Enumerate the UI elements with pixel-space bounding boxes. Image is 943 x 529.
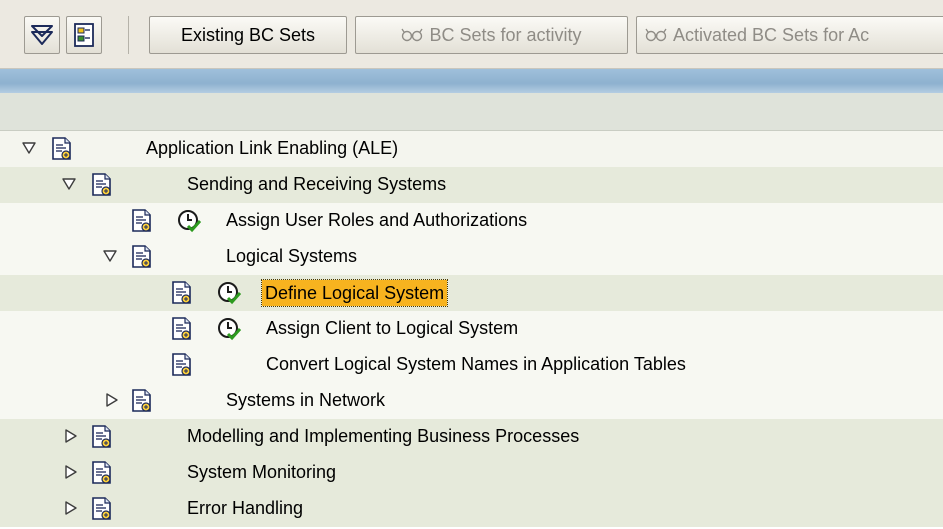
tree-node-error-handling[interactable]: Error Handling [0, 491, 943, 527]
bc-sets-for-activity-button[interactable]: BC Sets for activity [355, 16, 628, 54]
collapse-all-icon [31, 25, 53, 45]
tree-document-icon [74, 23, 94, 47]
documentation-icon[interactable] [171, 353, 193, 377]
tree-node-label[interactable]: Sending and Receiving Systems [187, 174, 446, 195]
tree-node-label[interactable]: Assign Client to Logical System [266, 318, 518, 339]
toolbar-separator [128, 16, 129, 54]
expand-subtree-button[interactable] [66, 16, 102, 54]
collapsed-node-icon[interactable] [64, 501, 78, 515]
documentation-icon[interactable] [171, 317, 193, 341]
tree-node-sending-receiving[interactable]: Sending and Receiving Systems [0, 167, 943, 203]
tree-node-label[interactable]: Logical Systems [226, 246, 357, 267]
tree-node-logical-systems[interactable]: Logical Systems [0, 239, 943, 275]
tree-node-label[interactable]: Error Handling [187, 498, 303, 519]
tree-node-label[interactable]: Systems in Network [226, 390, 385, 411]
tree-node-define-logical-system[interactable]: Define Logical System [0, 275, 943, 311]
toolbar: Existing BC Sets BC Sets for activity Ac… [0, 0, 943, 69]
documentation-icon[interactable] [131, 209, 153, 233]
title-band [0, 69, 943, 93]
tree-node-assign-client[interactable]: Assign Client to Logical System [0, 311, 943, 347]
glasses-icon [645, 27, 667, 43]
documentation-icon[interactable] [91, 425, 113, 449]
tree-node-ale[interactable]: Application Link Enabling (ALE) [0, 131, 943, 167]
documentation-icon[interactable] [171, 281, 193, 305]
tree-node-assign-user-roles[interactable]: Assign User Roles and Authorizations [0, 203, 943, 239]
documentation-icon[interactable] [91, 497, 113, 521]
tree-node-convert-names[interactable]: Convert Logical System Names in Applicat… [0, 347, 943, 383]
documentation-icon[interactable] [131, 389, 153, 413]
expanded-node-icon[interactable] [103, 249, 117, 263]
existing-bc-sets-button[interactable]: Existing BC Sets [149, 16, 347, 54]
tree-node-label-selected[interactable]: Define Logical System [260, 279, 449, 307]
expanded-node-icon[interactable] [22, 141, 36, 155]
tree-node-label[interactable]: System Monitoring [187, 462, 336, 483]
tree-node-label[interactable]: Assign User Roles and Authorizations [226, 210, 527, 231]
collapse-all-button[interactable] [24, 16, 60, 54]
collapsed-node-icon[interactable] [64, 465, 78, 479]
glasses-icon [401, 27, 423, 43]
tree-node-modelling[interactable]: Modelling and Implementing Business Proc… [0, 419, 943, 455]
execute-activity-icon[interactable] [217, 317, 241, 341]
tree-node-label[interactable]: Modelling and Implementing Business Proc… [187, 426, 579, 447]
documentation-icon[interactable] [131, 245, 153, 269]
tree-header-row [0, 93, 943, 131]
documentation-icon[interactable] [51, 137, 73, 161]
collapsed-node-icon[interactable] [105, 393, 119, 407]
img-structure-tree: Application Link Enabling (ALE) Sending … [0, 131, 943, 527]
existing-bc-sets-label: Existing BC Sets [180, 24, 316, 45]
tree-node-system-monitoring[interactable]: System Monitoring [0, 455, 943, 491]
tree-node-systems-in-network[interactable]: Systems in Network [0, 383, 943, 419]
activated-bc-sets-button[interactable]: Activated BC Sets for Ac [636, 16, 943, 54]
tree-node-label[interactable]: Application Link Enabling (ALE) [146, 138, 398, 159]
activated-bc-sets-label: Activated BC Sets for Ac [673, 24, 870, 45]
execute-activity-icon[interactable] [177, 209, 201, 233]
execute-activity-icon[interactable] [217, 281, 241, 305]
expanded-node-icon[interactable] [62, 177, 76, 191]
collapsed-node-icon[interactable] [64, 429, 78, 443]
documentation-icon[interactable] [91, 173, 113, 197]
tree-node-label[interactable]: Convert Logical System Names in Applicat… [266, 354, 686, 375]
bc-sets-for-activity-label: BC Sets for activity [429, 24, 582, 45]
documentation-icon[interactable] [91, 461, 113, 485]
